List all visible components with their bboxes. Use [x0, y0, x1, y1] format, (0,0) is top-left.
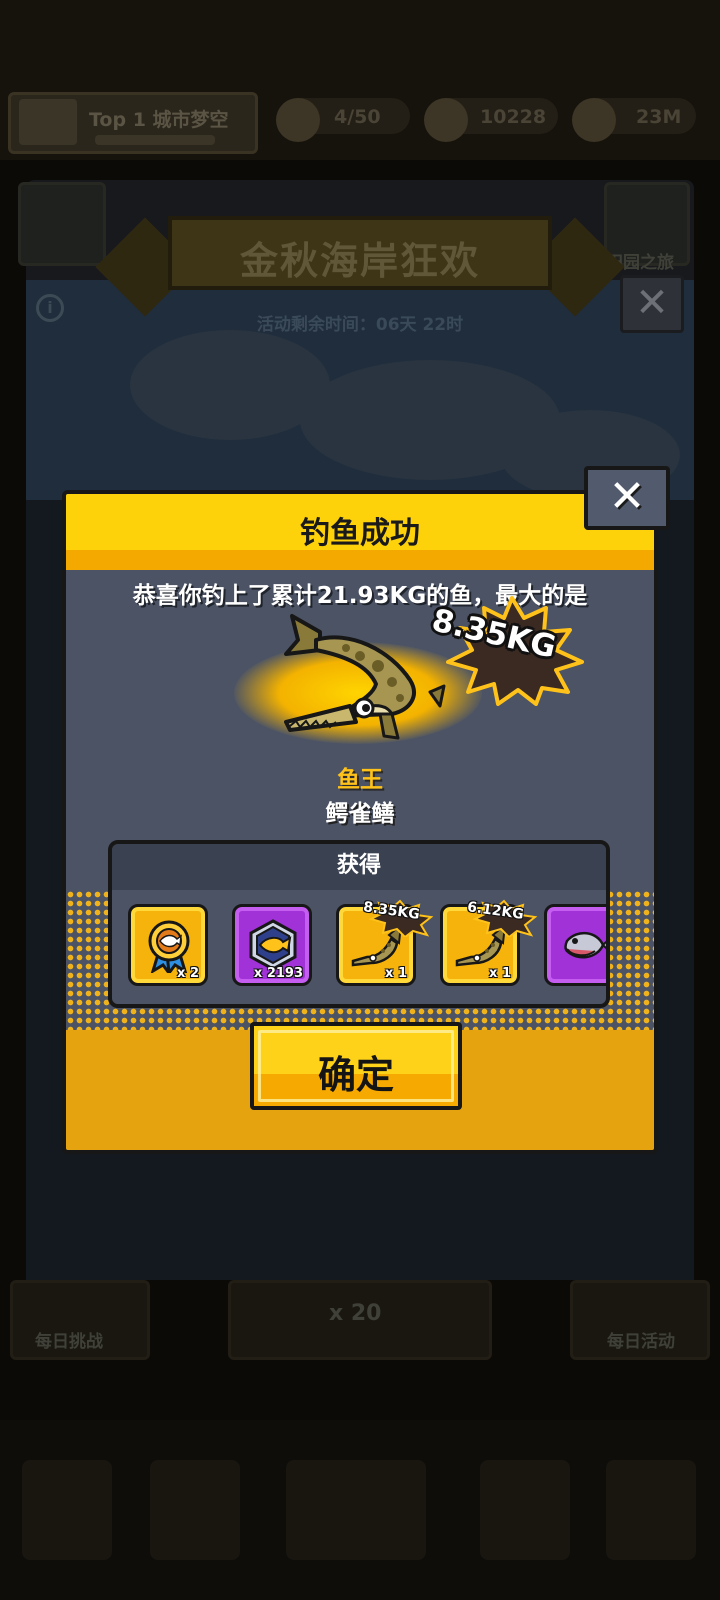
- fish-hook-icon: [276, 98, 320, 142]
- rank-badge: Top 1 城市梦空: [8, 92, 258, 154]
- rank-avatar: [19, 99, 77, 145]
- dialog-title: 钓鱼成功: [300, 516, 420, 551]
- reward-item-medal[interactable]: x 2: [128, 904, 208, 986]
- rewards-panel: 获得 x 2 x 2193 8.35KG x 1 6.12KG x 1: [108, 840, 610, 1008]
- cast-count: x 20: [329, 1301, 382, 1326]
- top-bar: Top 1 城市梦空 4/50 10228 23M: [0, 92, 720, 154]
- gold-bag-icon: [572, 98, 616, 142]
- fish-gem-icon: [249, 919, 297, 971]
- nav-item-collection[interactable]: [480, 1460, 570, 1560]
- bottom-nav: [0, 1420, 720, 1600]
- header-stripe: [66, 550, 654, 570]
- rewards-title: 获得: [112, 844, 606, 890]
- reward-item-piranha[interactable]: [544, 904, 606, 986]
- resource-coins: 10228: [424, 98, 558, 142]
- nav-item-more[interactable]: [606, 1460, 696, 1560]
- cast-button[interactable]: x 20: [228, 1280, 492, 1360]
- daily-challenge-label: 每日挑战: [35, 1332, 103, 1352]
- nav-item-shop[interactable]: [22, 1460, 112, 1560]
- confirm-button[interactable]: 确定: [250, 1022, 462, 1110]
- fish-rank: 鱼王: [337, 767, 383, 793]
- piranha-icon: [564, 932, 606, 959]
- bottom-tabs: 每日挑战 x 20 每日活动: [0, 1280, 720, 1380]
- resource-gold: 23M: [572, 98, 696, 142]
- dialog-header: 钓鱼成功: [66, 494, 654, 570]
- nav-item-bag[interactable]: [150, 1460, 240, 1560]
- resource-hooks: 4/50: [276, 98, 410, 142]
- rewards-list: x 2 x 2193 8.35KG x 1 6.12KG x 1: [112, 890, 606, 1004]
- menu-button[interactable]: [18, 182, 106, 266]
- reward-item-fish-2[interactable]: 6.12KG x 1: [440, 899, 538, 986]
- daily-activity-tab[interactable]: 每日活动: [570, 1280, 710, 1360]
- rank-progress: [95, 135, 215, 145]
- reward-count: x 1: [385, 966, 407, 981]
- confirm-label: 确定: [317, 1053, 394, 1097]
- reward-count: x 2193: [253, 966, 303, 981]
- daily-activity-label: 每日活动: [607, 1332, 675, 1352]
- nav-item-fishing[interactable]: [286, 1460, 426, 1560]
- resource-coins-value: 10228: [480, 106, 547, 128]
- fish-medal-icon: [148, 920, 190, 973]
- dialog-close-button[interactable]: ✕: [584, 466, 670, 530]
- event-close-button[interactable]: ✕: [620, 275, 684, 333]
- coin-icon: [424, 98, 468, 142]
- fishing-success-dialog: 钓鱼成功 恭喜你钓上了累计21.93KG的鱼，最大的是 8.35KG 鱼王 鳄雀…: [62, 490, 658, 1154]
- resource-hooks-value: 4/50: [334, 106, 381, 128]
- reward-count: x 2: [177, 966, 199, 981]
- rank-label: Top 1 城市梦空: [89, 109, 229, 131]
- info-icon[interactable]: i: [36, 294, 64, 322]
- reward-item-fish-gem[interactable]: x 2193: [232, 904, 312, 986]
- event-title: 金秋海岸狂欢: [239, 239, 480, 283]
- reward-item-fish-1[interactable]: 8.35KG x 1: [336, 899, 434, 986]
- reward-count: x 1: [489, 966, 511, 981]
- alligator-gar-icon: [284, 614, 446, 740]
- fish-name: 鳄雀鳝: [325, 801, 395, 827]
- event-timer: 活动剩余时间：06天 22时: [256, 315, 464, 335]
- resource-gold-value: 23M: [636, 106, 682, 128]
- daily-challenge-tab[interactable]: 每日挑战: [10, 1280, 150, 1360]
